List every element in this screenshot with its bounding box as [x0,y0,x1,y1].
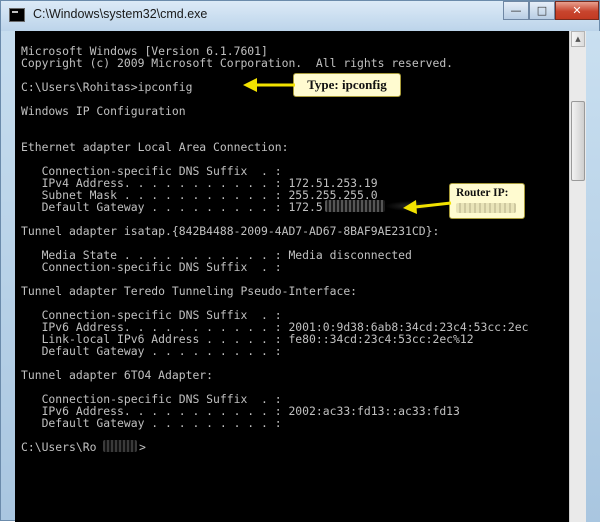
console-line: C:\Users\Ro [21,440,97,454]
console-line: Default Gateway . . . . . . . . . : [21,416,282,430]
prompt-caret: > [139,440,146,454]
scroll-thumb[interactable] [571,101,585,181]
console-line: Ethernet adapter Local Area Connection: [21,140,289,154]
cmd-window: C:\Windows\system32\cmd.exe — □ ✕ Micros… [0,0,600,522]
window-controls: — □ ✕ [503,1,599,21]
console-line: Default Gateway . . . . . . . . . : 172.… [21,200,323,214]
redacted-router-ip [456,203,516,213]
console-line: Connection-specific DNS Suffix . : [21,260,282,274]
console-line: Tunnel adapter isatap.{842B4488-2009-4AD… [21,224,440,238]
vertical-scrollbar[interactable]: ▲ [569,31,586,522]
close-button[interactable]: ✕ [555,1,599,20]
scroll-up-arrow-icon[interactable]: ▲ [571,31,585,47]
console-line: C:\Users\Rohitas>ipconfig [21,80,193,94]
maximize-button[interactable]: □ [529,1,555,20]
title-bar[interactable]: C:\Windows\system32\cmd.exe — □ ✕ [1,1,599,31]
minimize-button[interactable]: — [503,1,529,20]
console-line: Windows IP Configuration [21,104,186,118]
console-line: Tunnel adapter Teredo Tunneling Pseudo-I… [21,284,358,298]
console-line: Default Gateway . . . . . . . . . : [21,344,282,358]
window-title: C:\Windows\system32\cmd.exe [33,7,208,21]
redacted-gateway-tail [385,201,435,211]
window-frame-right [586,31,600,522]
ipconfig-callout: Type: ipconfig [293,73,401,97]
cmd-app-icon [9,8,25,22]
router-ip-callout: Router IP: [449,183,525,219]
router-ip-label: Router IP: [456,187,509,199]
console-output[interactable]: Microsoft Windows [Version 6.1.7601] Cop… [15,31,569,522]
console-line: Copyright (c) 2009 Microsoft Corporation… [21,56,454,70]
redacted-username [103,440,137,452]
console-line: Tunnel adapter 6TO4 Adapter: [21,368,214,382]
redacted-gateway [325,200,385,212]
